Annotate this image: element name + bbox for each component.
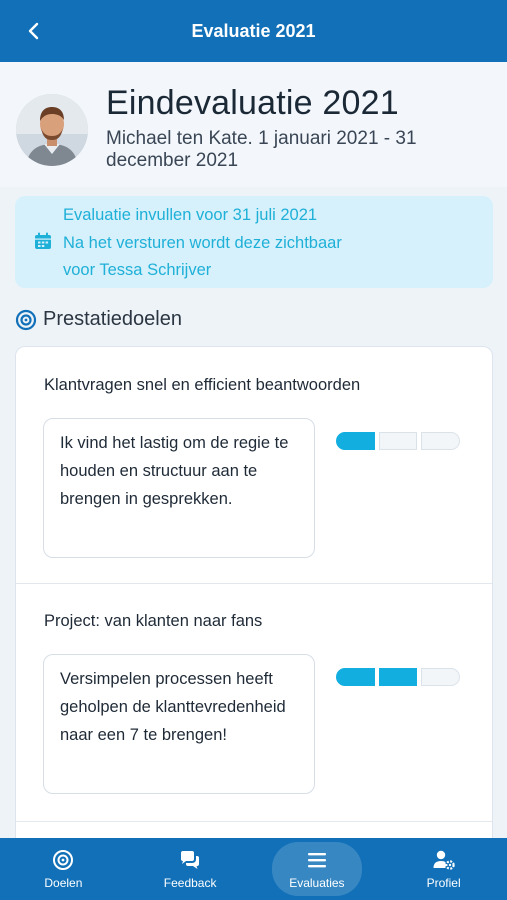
goal-title: Klantvragen snel en efficient beantwoord… bbox=[44, 376, 361, 394]
target-icon bbox=[15, 309, 37, 330]
rating-segment bbox=[421, 432, 461, 450]
rating-segment bbox=[421, 668, 461, 686]
goal-comment[interactable]: Ik vind het lastig om de regie te houden… bbox=[43, 418, 315, 558]
notice-line: Na het versturen wordt deze zichtbaar bbox=[63, 233, 342, 252]
rating-segment bbox=[378, 432, 418, 450]
avatar bbox=[16, 94, 88, 166]
target-icon bbox=[53, 849, 74, 870]
tab-profiel[interactable]: Profiel bbox=[380, 838, 507, 900]
tab-doelen[interactable]: Doelen bbox=[0, 838, 127, 900]
chevron-left-icon[interactable] bbox=[22, 19, 46, 43]
rating-segment bbox=[336, 432, 375, 450]
list-icon bbox=[307, 852, 326, 867]
deadline-notice: Evaluatie invullen voor 31 juli 2021 Na … bbox=[15, 196, 493, 288]
evaluation-header: Eindevaluatie 2021 Michael ten Kate. 1 j… bbox=[0, 62, 507, 187]
evaluation-subtitle: Michael ten Kate. 1 januari 2021 - 31 de… bbox=[106, 128, 417, 171]
chat-bubbles-icon bbox=[181, 850, 200, 869]
evaluation-title: Eindevaluatie 2021 bbox=[106, 84, 399, 122]
user-settings-icon bbox=[433, 850, 455, 870]
section-header: Prestatiedoelen bbox=[15, 308, 182, 331]
goals-card: Klantvragen snel en efficient beantwoord… bbox=[15, 346, 493, 856]
tab-label: Doelen bbox=[44, 875, 83, 890]
calendar-icon bbox=[35, 232, 51, 249]
tab-label: Evaluaties bbox=[289, 875, 345, 890]
section-title: Prestatiedoelen bbox=[43, 308, 182, 330]
tab-feedback[interactable]: Feedback bbox=[127, 838, 254, 900]
goal-title: Project: van klanten naar fans bbox=[44, 612, 263, 630]
goal-item[interactable]: Klantvragen snel en efficient beantwoord… bbox=[16, 347, 492, 583]
bottom-tab-bar: Doelen Feedback Evaluaties Profiel bbox=[0, 838, 507, 900]
rating-bar bbox=[336, 668, 461, 686]
notice-line: Evaluatie invullen voor 31 juli 2021 bbox=[63, 206, 318, 224]
tab-evaluaties[interactable]: Evaluaties bbox=[254, 838, 381, 900]
rating-bar bbox=[336, 432, 461, 450]
notice-line: voor Tessa Schrijver bbox=[63, 261, 212, 279]
goal-comment[interactable]: Versimpelen processen heeft geholpen de … bbox=[43, 654, 315, 794]
avatar-image bbox=[16, 94, 88, 166]
tab-label: Profiel bbox=[426, 875, 461, 890]
page-title: Evaluatie 2021 bbox=[191, 20, 316, 41]
goal-item[interactable]: Project: van klanten naar fans Versimpel… bbox=[16, 584, 492, 820]
tab-label: Feedback bbox=[163, 875, 217, 890]
app-bar: Evaluatie 2021 bbox=[0, 0, 507, 62]
rating-segment bbox=[378, 668, 418, 686]
notice-text: Evaluatie invullen voor 31 juli 2021 Na … bbox=[63, 202, 342, 285]
divider bbox=[16, 821, 492, 822]
rating-segment bbox=[336, 668, 375, 686]
